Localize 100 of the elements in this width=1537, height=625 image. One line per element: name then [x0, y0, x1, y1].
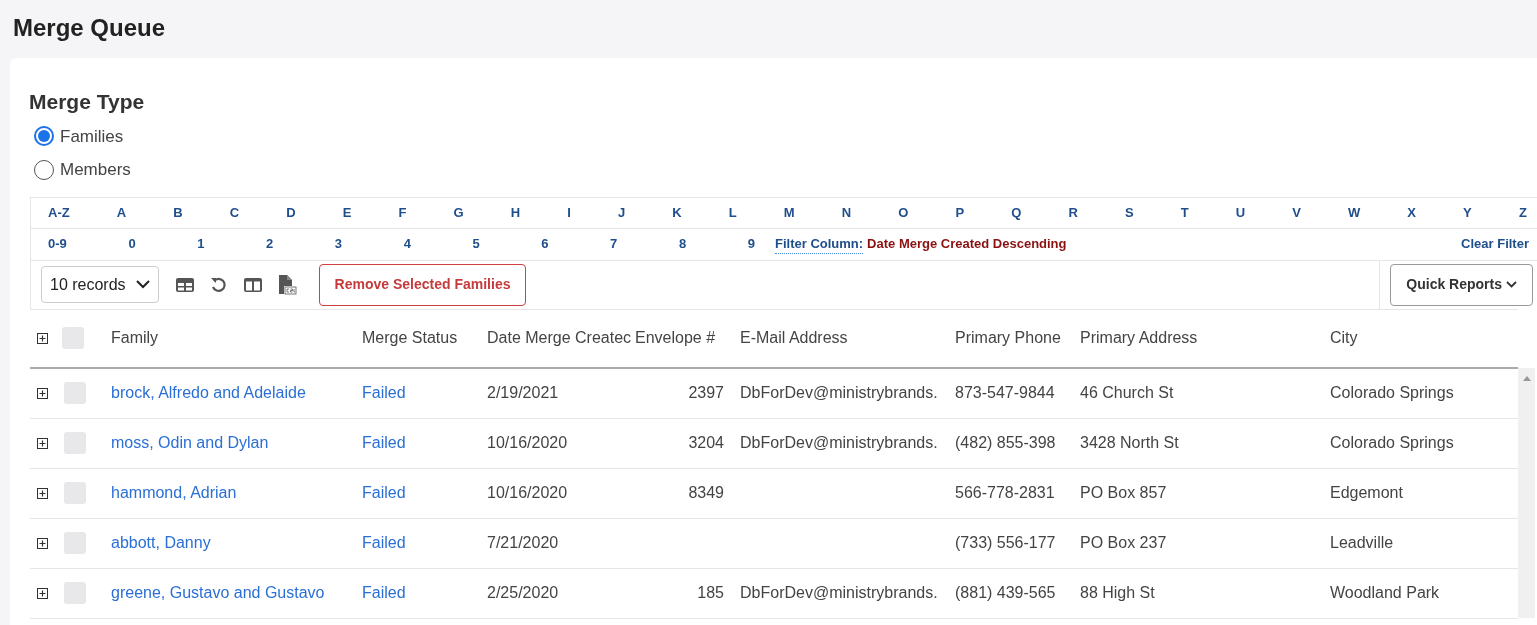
number-filter-link[interactable]: 2: [266, 234, 274, 254]
table-cell: 7/21/2020: [487, 534, 559, 551]
family-link[interactable]: moss, Odin and Dylan: [111, 434, 269, 451]
column-header[interactable]: Date Merge Createc: [487, 329, 632, 347]
letter-filter-link[interactable]: U: [1235, 202, 1246, 223]
radio-label[interactable]: Members: [60, 157, 131, 183]
column-header[interactable]: Envelope #: [635, 329, 716, 347]
number-filter-link[interactable]: 3: [334, 234, 343, 254]
letter-filter-link[interactable]: Y: [1463, 202, 1472, 223]
clear-filter-link[interactable]: Clear Filter: [1461, 234, 1529, 254]
table-cell: 10/16/2020: [487, 484, 568, 501]
merge-status-link[interactable]: Failed: [362, 584, 406, 601]
csv-file-icon[interactable]: [276, 273, 297, 296]
letter-filter-link[interactable]: K: [672, 202, 682, 223]
letter-filter-link[interactable]: I: [567, 202, 571, 223]
merge-status-link[interactable]: Failed: [362, 534, 406, 551]
radio-button[interactable]: [34, 126, 54, 147]
table-icon[interactable]: [174, 276, 195, 293]
undo-icon[interactable]: [209, 275, 228, 294]
expand-plus-icon[interactable]: [37, 332, 48, 344]
records-dropdown[interactable]: 10 records: [41, 266, 159, 303]
letter-filter-link[interactable]: W: [1347, 202, 1361, 223]
letter-filter-link[interactable]: L: [728, 202, 737, 223]
section-heading: Merge Type: [29, 89, 146, 115]
table-cell: 46 Church St: [1080, 384, 1174, 402]
table-cell: 2397: [688, 384, 724, 402]
letter-filter-link[interactable]: C: [229, 202, 240, 223]
number-filter-link[interactable]: 4: [403, 234, 411, 254]
table-cell: DbForDev@ministrybrands.: [740, 434, 938, 451]
remove-selected-button[interactable]: Remove Selected Families: [318, 263, 527, 306]
table-cell: 2/25/2020: [487, 584, 559, 601]
letter-filter-link[interactable]: T: [1180, 202, 1189, 223]
column-header[interactable]: City: [1330, 329, 1358, 347]
letter-filter-link[interactable]: G: [453, 202, 464, 223]
family-link[interactable]: hammond, Adrian: [111, 484, 237, 501]
column-header[interactable]: Merge Status: [362, 329, 458, 347]
table-cell: 873-547-9844: [955, 384, 1055, 402]
expand-plus-icon[interactable]: [37, 437, 48, 449]
number-filter-link[interactable]: 0-9: [48, 234, 67, 254]
expand-plus-icon[interactable]: [37, 387, 48, 399]
table-cell: 3428 North St: [1080, 434, 1179, 451]
number-filter-link[interactable]: 8: [678, 234, 687, 254]
table-cell: Colorado Springs: [1330, 434, 1454, 451]
column-header[interactable]: Family: [111, 329, 159, 347]
merge-status-link[interactable]: Failed: [362, 384, 406, 402]
letter-filter-link[interactable]: R: [1068, 202, 1078, 223]
letter-filter-link[interactable]: S: [1124, 202, 1134, 223]
number-filter-link[interactable]: 5: [472, 234, 480, 254]
letter-filter-link[interactable]: E: [342, 202, 352, 223]
table-cell: 566-778-2831: [955, 484, 1055, 501]
letter-filter-link[interactable]: F: [398, 202, 407, 223]
letter-filter-link[interactable]: O: [898, 202, 909, 223]
letter-filter-link[interactable]: Z: [1518, 202, 1527, 223]
column-header[interactable]: E-Mail Address: [740, 329, 848, 347]
radio-label[interactable]: Families: [60, 123, 124, 149]
chevron-down-icon: [135, 280, 150, 289]
filter-column-label[interactable]: Filter Column:: [775, 233, 864, 255]
table-cell: DbForDev@ministrybrands.: [740, 584, 938, 601]
table-cell: 2/19/2021: [487, 384, 559, 402]
table-cell: Woodland Park: [1330, 584, 1440, 601]
letter-filter-link[interactable]: M: [783, 202, 795, 223]
columns-icon[interactable]: [242, 276, 263, 293]
letter-filter-link[interactable]: N: [841, 202, 852, 223]
letter-filter-link[interactable]: Q: [1011, 202, 1022, 223]
page-title: Merge Queue: [12, 13, 167, 43]
column-header[interactable]: Primary Phone: [955, 329, 1061, 347]
family-link[interactable]: abbott, Danny: [111, 534, 211, 551]
family-link[interactable]: brock, Alfredo and Adelaide: [111, 384, 306, 402]
merge-status-link[interactable]: Failed: [362, 484, 406, 501]
letter-filter-link[interactable]: P: [955, 202, 965, 223]
letter-filter-link[interactable]: A: [116, 202, 127, 223]
number-filter-link[interactable]: 6: [541, 234, 549, 254]
expand-plus-icon[interactable]: [37, 487, 48, 499]
table-cell: 3204: [688, 434, 724, 451]
merge-status-link[interactable]: Failed: [362, 434, 406, 451]
table-cell: (482) 855-398: [955, 434, 1056, 451]
letter-filter-link[interactable]: X: [1407, 202, 1416, 223]
table-cell: Edgemont: [1330, 484, 1403, 501]
quick-reports-button[interactable]: Quick Reports: [1390, 263, 1533, 306]
table-cell: Leadville: [1330, 534, 1394, 551]
column-header[interactable]: Primary Address: [1080, 329, 1198, 347]
letter-filter-link[interactable]: D: [286, 202, 296, 223]
number-filter-link[interactable]: 9: [747, 234, 755, 254]
letter-filter-link[interactable]: H: [510, 202, 521, 223]
chevron-down-icon: [1506, 281, 1517, 288]
expand-plus-icon[interactable]: [37, 587, 48, 599]
number-filter-link[interactable]: 1: [197, 234, 205, 254]
letter-filter-link[interactable]: B: [173, 202, 183, 223]
table-cell: PO Box 237: [1080, 534, 1167, 551]
letter-filter-link[interactable]: A-Z: [48, 202, 70, 223]
letter-filter-link[interactable]: V: [1292, 202, 1301, 223]
number-filter-link[interactable]: 0: [128, 234, 136, 254]
expand-plus-icon[interactable]: [37, 537, 48, 549]
scrollbar[interactable]: [1518, 367, 1535, 618]
table-cell: DbForDev@ministrybrands.: [740, 384, 938, 402]
letter-filter-link[interactable]: J: [617, 202, 626, 223]
family-link[interactable]: greene, Gustavo and Gustavo: [111, 584, 325, 601]
table-cell: (733) 556-177: [955, 534, 1056, 551]
number-filter-link[interactable]: 7: [610, 234, 618, 254]
table-cell: 185: [697, 584, 724, 601]
